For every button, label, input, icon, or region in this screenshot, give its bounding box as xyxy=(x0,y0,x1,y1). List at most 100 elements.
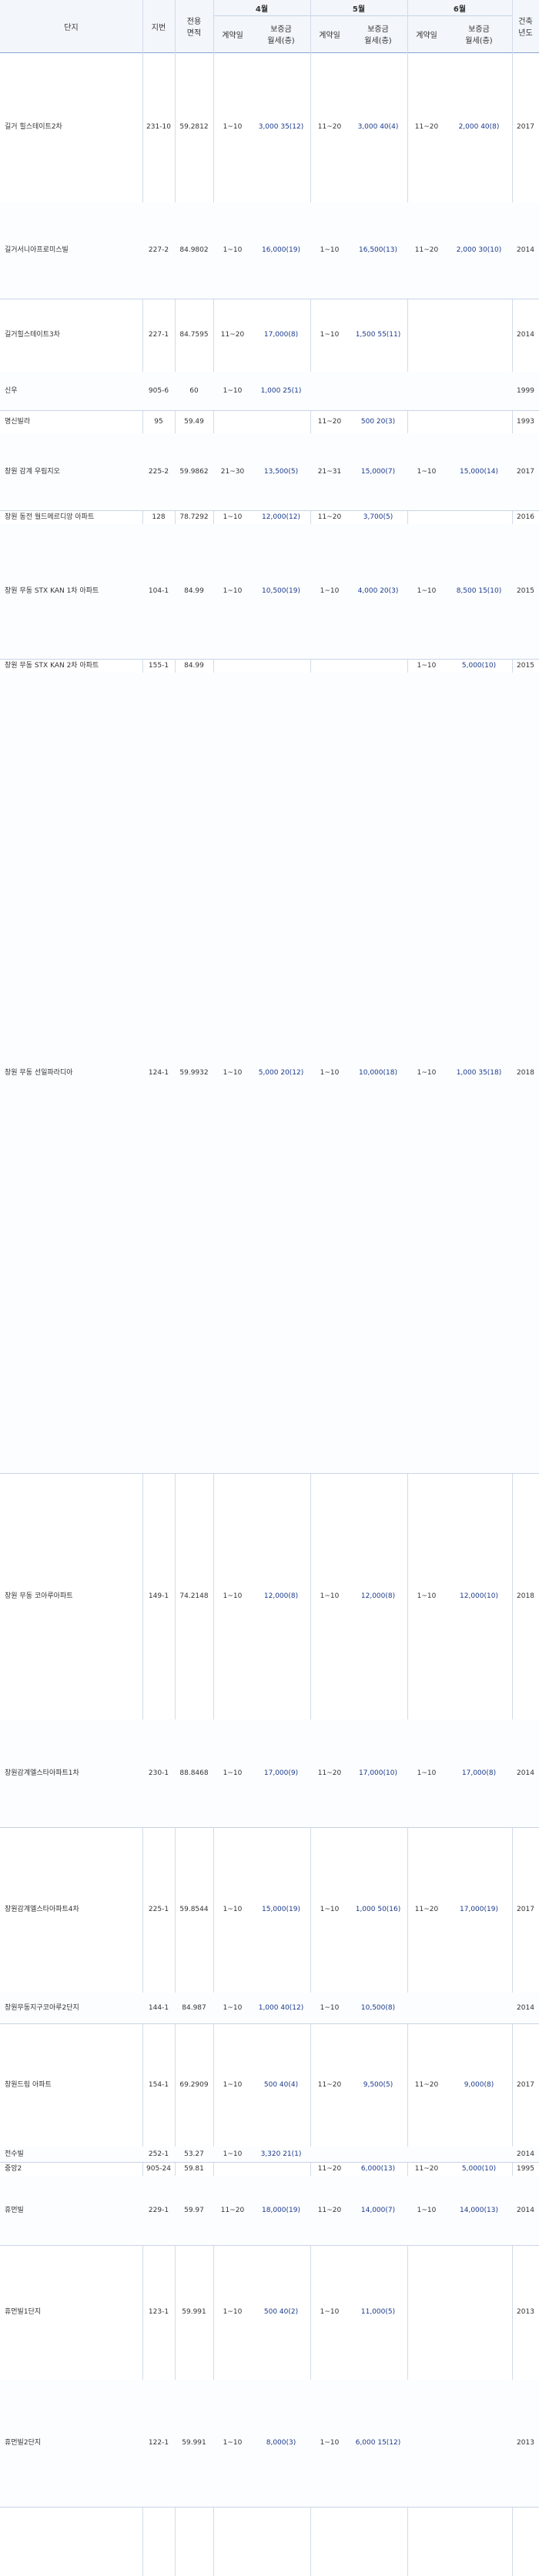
may-period: 1~10 xyxy=(320,2003,340,2012)
june-period: 11~20 xyxy=(414,2164,439,2173)
may-period xyxy=(310,372,349,410)
complex-name[interactable]: 전수빌 xyxy=(0,2147,142,2162)
june-deposit: 8,500 15(10) xyxy=(456,587,502,595)
may-period: 1~10 xyxy=(320,587,340,595)
lot-number: 123-1 xyxy=(148,2308,169,2316)
april-deposit: 16,000(19) xyxy=(262,246,300,254)
june-deposit xyxy=(446,299,512,372)
may-deposit: 11,000(5) xyxy=(360,2308,396,2316)
complex-name[interactable]: 길거힐스테이트3차 xyxy=(0,299,142,372)
april-period: 1~10 xyxy=(223,1592,243,1600)
built-year: 2014 xyxy=(517,246,534,254)
june-period: 1~10 xyxy=(417,2206,437,2214)
may-period: 1~10 xyxy=(320,1592,340,1600)
june-period xyxy=(407,410,446,433)
complex-name[interactable]: 창원감계엘스타아파트1차 xyxy=(0,1719,142,1827)
june-period: 1~10 xyxy=(417,661,437,670)
exclusive-area: 84.7595 xyxy=(179,331,209,339)
april-deposit: 500 40(2) xyxy=(263,2308,299,2316)
may-deposit xyxy=(349,372,407,410)
table-row: 창원감계엘스타아파트1차 230-1 88.8468 1~10 17,000(9) 11~… xyxy=(0,1719,539,1828)
april-deposit: 1,000 40(12) xyxy=(258,2003,304,2012)
header-june-period: 계약일 xyxy=(416,31,437,40)
april-period: 1~10 xyxy=(223,1906,243,1913)
complex-name[interactable]: 창원 동전 월드메르디앙 아파트 xyxy=(0,510,142,524)
may-period: 11~20 xyxy=(317,2080,342,2089)
april-period: 11~20 xyxy=(220,331,245,339)
june-period xyxy=(407,1993,446,2023)
june-deposit xyxy=(446,2380,512,2507)
complex-name[interactable]: 창원 감계 우림지오 xyxy=(0,433,142,510)
april-period: 11~20 xyxy=(220,2206,245,2214)
may-period: 1~10 xyxy=(320,2439,340,2447)
june-deposit xyxy=(446,1993,512,2023)
april-deposit: 500 40(4) xyxy=(263,2080,299,2089)
lot-number: 252-1 xyxy=(148,2150,169,2158)
june-deposit: 2,000 40(8) xyxy=(458,123,500,131)
complex-name[interactable]: 창원 무동 코아루아파트 xyxy=(0,1473,142,1719)
built-year: 2013 xyxy=(517,2439,534,2447)
built-year: 2017 xyxy=(517,1906,534,1913)
lot-number: 95 xyxy=(154,417,163,426)
june-deposit xyxy=(446,2147,512,2162)
complex-name[interactable]: 길거 힐스테이트2차 xyxy=(0,52,142,202)
built-year: 2017 xyxy=(517,123,534,131)
table-row: 중앙2 905-24 59.81 11~20 6,000(13) 11~20 5,000(1… xyxy=(0,2162,539,2177)
june-period: 11~20 xyxy=(414,246,439,254)
complex-name[interactable]: 중앙2 xyxy=(0,2162,142,2176)
lot-number: 122-1 xyxy=(148,2439,169,2447)
complex-name[interactable]: 휴먼빌1단지 xyxy=(0,2245,142,2380)
may-deposit: 6,000 15(12) xyxy=(355,2439,401,2447)
lot-number: 155-1 xyxy=(148,661,169,670)
complex-name[interactable]: 창원드림 아파트 xyxy=(0,2023,142,2147)
april-deposit: 3,320 21(1) xyxy=(260,2150,302,2158)
complex-name[interactable]: 신우 xyxy=(0,372,142,410)
complex-name[interactable]: 창원 무동 STX KAN 2차 아파트 xyxy=(0,659,142,673)
april-period: 1~10 xyxy=(223,2150,243,2158)
complex-name[interactable]: 길거서니아프로미스빌 xyxy=(0,202,142,299)
complex-name[interactable]: 창원무동지구코아루2단지 xyxy=(0,1993,142,2023)
table-row: 창원무동지구코아루2단지 144-1 84.987 1~10 1,000 40(12) 1… xyxy=(0,1993,539,2024)
lot-number: 225-1 xyxy=(148,1906,169,1913)
june-period xyxy=(407,2380,446,2507)
table-row: 휴먼빌2단지 122-1 59.991 1~10 8,000(3) 1~10 6,000 1… xyxy=(0,2380,539,2508)
lot-number: 149-1 xyxy=(148,1592,169,1600)
complex-name[interactable]: 휴먼빌 xyxy=(0,2176,142,2245)
may-period xyxy=(310,2147,349,2162)
table-row: 창원 동전 월드메르디앙 아파트 128 78.7292 1~10 12,000(12)… xyxy=(0,510,539,525)
may-deposit: 10,000(18) xyxy=(359,1068,397,1077)
complex-name[interactable]: 휴먼빌2단지 xyxy=(0,2380,142,2507)
june-period xyxy=(407,299,446,372)
lot-number: 227-1 xyxy=(148,331,169,339)
may-period: 11~20 xyxy=(317,1769,342,1777)
june-deposit xyxy=(446,372,512,410)
may-deposit: 4,000 20(3) xyxy=(357,587,399,595)
june-deposit: 2,000 30(10) xyxy=(456,246,502,254)
exclusive-area: 59.49 xyxy=(184,417,204,426)
complex-name[interactable]: 창원감계엘스타아파트4차 xyxy=(0,1827,142,1993)
complex-name[interactable]: 명신빌라 xyxy=(0,410,142,433)
complex-name[interactable]: 창원 무동 STX KAN 1차 아파트 xyxy=(0,524,142,659)
june-period xyxy=(407,2245,446,2380)
table-row: 창원감계엘스타아파트4차 225-1 59.8544 1~10 15,000(19) 1~… xyxy=(0,1827,539,1993)
table-row: 길거 힐스테이트2차 231-10 59.2812 1~10 3,000 35(12) 1… xyxy=(0,52,539,203)
may-period: 21~31 xyxy=(317,467,342,476)
june-deposit: 12,000(10) xyxy=(460,1592,498,1600)
exclusive-area: 78.7292 xyxy=(179,513,209,521)
built-year: 1995 xyxy=(517,2164,534,2173)
april-deposit xyxy=(252,2162,310,2176)
built-year: 2013 xyxy=(517,2308,534,2316)
june-period: 11~20 xyxy=(414,1906,439,1913)
june-period: 1~10 xyxy=(417,1592,437,1600)
table-row: 휴먼빌1단지 123-1 59.991 1~10 500 40(2) 1~10 11,000… xyxy=(0,2245,539,2381)
complex-name[interactable]: 창원 무동 선일파라디아 xyxy=(0,673,142,1473)
april-deposit: 15,000(19) xyxy=(262,1906,300,1913)
april-deposit: 5,000 20(12) xyxy=(258,1068,304,1077)
header-april-period: 계약일 xyxy=(222,31,243,40)
may-deposit: 6,000(13) xyxy=(360,2164,396,2173)
april-period: 1~10 xyxy=(223,2308,243,2316)
exclusive-area: 53.27 xyxy=(184,2150,204,2158)
exclusive-area: 84.987 xyxy=(182,2003,206,2012)
june-deposit: 5,000(10) xyxy=(461,2164,497,2173)
april-period: 1~10 xyxy=(223,2080,243,2089)
